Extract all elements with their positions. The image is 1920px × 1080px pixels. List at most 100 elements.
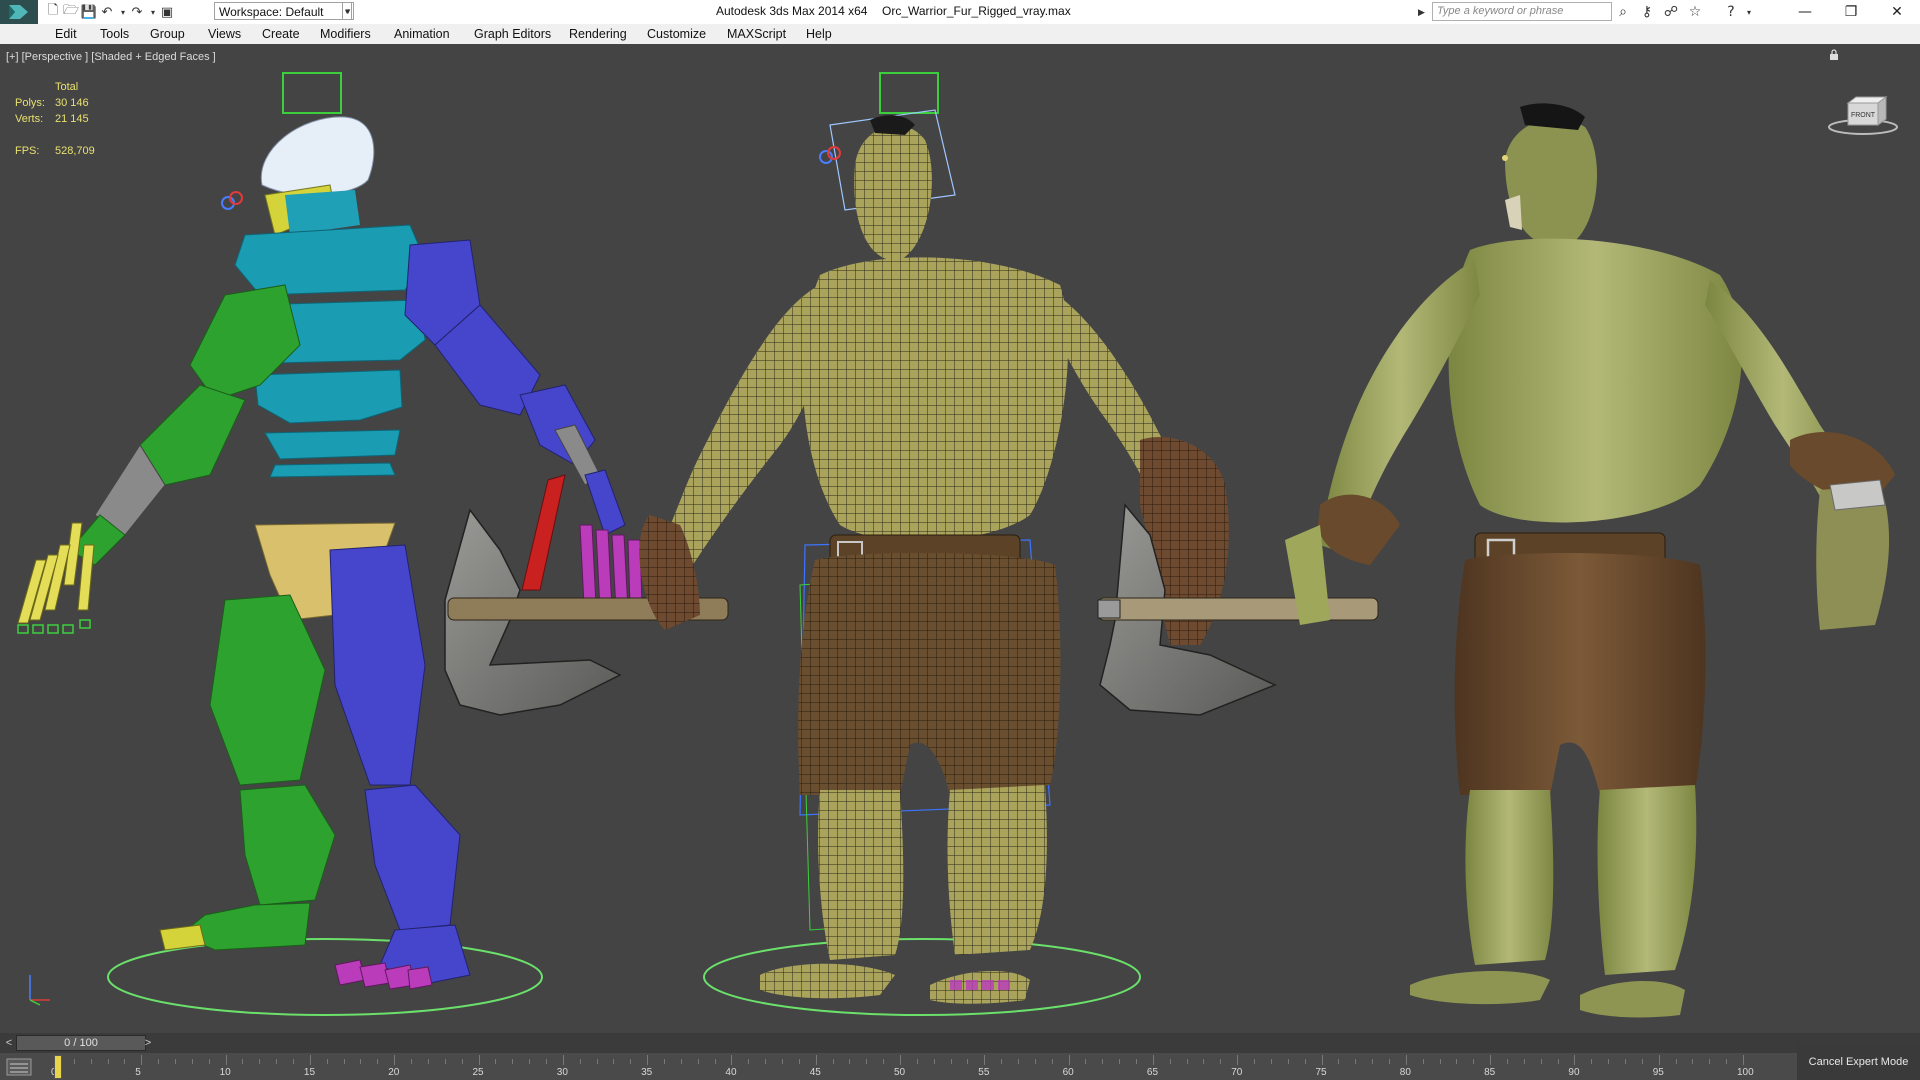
timeline-tick-label: 95 [1652,1067,1664,1078]
menu-views[interactable]: Views [208,27,241,41]
rig-1-head-control [282,72,342,114]
timeline-tick [1388,1059,1390,1064]
workspace-label: Workspace: Default [219,5,324,19]
communication-center-icon[interactable]: ☍ [1662,3,1680,21]
app-menu-button[interactable] [0,0,38,24]
timeline-tick [1506,1059,1508,1064]
search-input[interactable]: Type a keyword or phrase [1432,2,1612,21]
timeline-tick [141,1055,143,1065]
menu-customize[interactable]: Customize [647,27,706,41]
timeline-tick [967,1059,969,1064]
timeline-tick-label: 15 [303,1067,316,1078]
open-file-icon[interactable]: 🗁 [62,3,80,21]
mini-curve-editor-icon[interactable] [6,1058,32,1076]
quick-access-dropdown[interactable]: ▼ [342,2,354,20]
timeline-tick [529,1059,531,1064]
menu-maxscript[interactable]: MAXScript [727,27,786,41]
close-button[interactable]: ✕ [1874,0,1920,24]
menu-create[interactable]: Create [262,27,300,41]
timeline-tick [680,1059,682,1064]
timeline-tick [883,1059,885,1064]
timeline-tick [562,1055,564,1065]
search-expand-icon[interactable]: ▶ [1418,3,1430,21]
timeline-tick [613,1059,615,1064]
timeline-tick [1523,1059,1525,1064]
timeline-tick-label: 85 [1484,1067,1496,1078]
timeline-tick [1001,1059,1003,1064]
timeline-tick [1540,1059,1542,1064]
shaded-orc[interactable] [1285,103,1895,1018]
current-frame-marker[interactable] [54,1055,62,1079]
favorites-star-icon[interactable]: ☆ [1686,3,1704,21]
timeline-tick [731,1055,733,1065]
timeline-tick [394,1055,396,1065]
timeline-tick [259,1059,261,1064]
file-title: Orc_Warrior_Fur_Rigged_vray.max [882,4,1071,18]
save-icon[interactable]: 💾 [80,3,98,21]
minimize-button[interactable]: — [1782,0,1828,24]
timeline-tick [1034,1059,1036,1064]
wireframe-orc[interactable] [639,72,1379,1016]
timeline-tick [815,1055,817,1065]
timeline-tick [1254,1059,1256,1064]
cancel-expert-mode-button[interactable]: Cancel Expert Mode [1797,1043,1920,1080]
help-icon[interactable]: ? [1722,3,1740,21]
help-dropdown-icon[interactable]: ▾ [1740,3,1758,21]
timeline-tick [175,1059,177,1064]
time-slider[interactable]: 0 / 100 [16,1035,146,1051]
menu-tools[interactable]: Tools [100,27,129,41]
rig-1-root-circle [107,938,543,1016]
menu-animation[interactable]: Animation [394,27,450,41]
timeline-tick [1439,1059,1441,1064]
menu-edit[interactable]: Edit [55,27,77,41]
timeline-tick [1743,1055,1744,1065]
timeline-tick [1237,1055,1239,1065]
timeline-tick-label: 50 [894,1067,906,1078]
timeline-tick [1726,1059,1728,1064]
scene-canvas [17,72,1895,1018]
rig-skeleton[interactable] [17,72,729,1016]
subscription-key-icon[interactable]: ⚷ [1638,3,1656,21]
timeline-tick [1624,1059,1626,1064]
workspace-selector[interactable]: Workspace: Default ▾ [214,2,352,20]
timeline-tick [630,1059,632,1064]
timeline-tick [798,1059,800,1064]
timeline-tick [781,1059,783,1064]
timeline-tick [849,1059,851,1064]
timeline-tick [293,1059,295,1064]
timeline-tick [124,1059,126,1064]
timeline-tick [916,1059,918,1064]
timeline-tick [461,1059,463,1064]
menu-graph-editors[interactable]: Graph Editors [474,27,551,41]
previous-frame-icon[interactable]: < [2,1035,16,1051]
timeline-tick [478,1055,480,1065]
menu-modifiers[interactable]: Modifiers [320,27,371,41]
project-folder-icon[interactable]: ▣ [158,3,176,21]
binoculars-icon[interactable]: ⌕ [1614,3,1632,21]
timeline-tick [984,1055,986,1065]
menu-help[interactable]: Help [806,27,832,41]
timeline-tick [427,1059,429,1064]
new-file-icon[interactable]: 🗋 [44,3,62,21]
restore-button[interactable]: ❐ [1828,0,1874,24]
timeline-tick-label: 40 [725,1067,737,1078]
timeline-tick [1338,1059,1340,1064]
timeline-tick-label: 55 [978,1067,990,1078]
timeline-tick [1372,1059,1374,1064]
timeline-tick [1136,1059,1138,1064]
timeline-tick [933,1059,935,1064]
timeline-tick [276,1059,278,1064]
timeline-tick [1692,1059,1694,1064]
app-title: Autodesk 3ds Max 2014 x64 [716,4,868,18]
menu-group[interactable]: Group [150,27,185,41]
timeline-tick-label: 70 [1231,1067,1243,1078]
timeline-tick-label: 20 [388,1067,400,1078]
next-frame-icon[interactable]: > [141,1035,155,1051]
timeline-tick [1355,1059,1357,1064]
track-bar[interactable]: 0510152025303540455055606570758085909510… [0,1053,1797,1080]
perspective-viewport[interactable]: [+] [Perspective ] [Shaded + Edged Faces… [0,45,1920,1033]
timeline-tick [1220,1059,1222,1064]
timeline-tick [326,1059,328,1064]
timeline-tick-label: 65 [1146,1067,1159,1078]
menu-rendering[interactable]: Rendering [569,27,627,41]
